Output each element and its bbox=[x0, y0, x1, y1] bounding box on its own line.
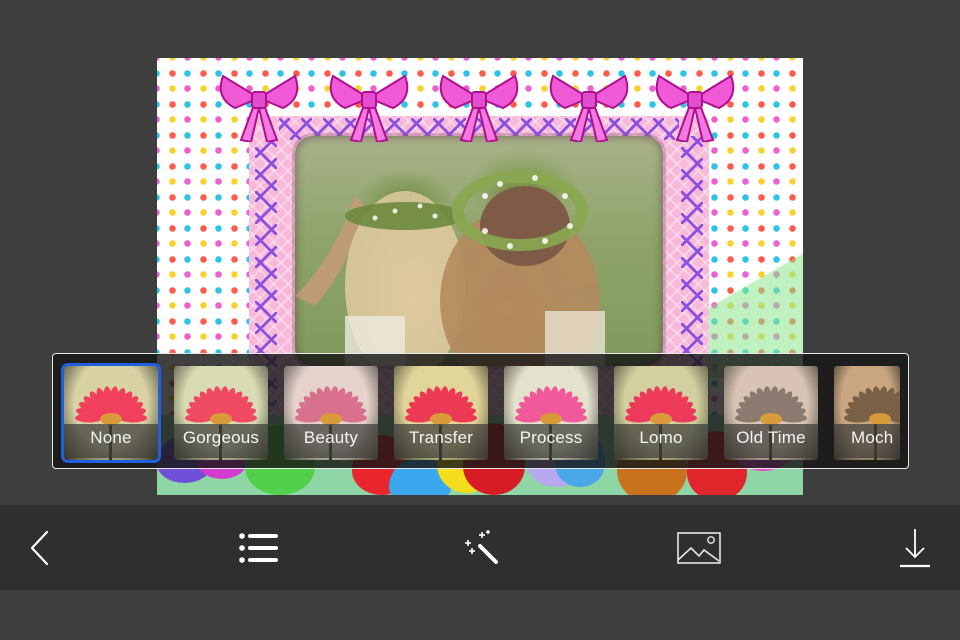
filter-none[interactable]: None bbox=[61, 363, 161, 463]
bottom-safe-area bbox=[0, 590, 960, 640]
flower-petal bbox=[559, 413, 587, 423]
filter-label: Old Time bbox=[736, 428, 806, 447]
frames-list-button[interactable] bbox=[233, 522, 285, 574]
filter-label: Moch bbox=[851, 428, 894, 447]
filter-mocha[interactable]: Moch bbox=[834, 366, 900, 460]
back-button[interactable] bbox=[16, 522, 68, 574]
bottom-toolbar bbox=[0, 505, 960, 590]
list-icon bbox=[239, 533, 278, 563]
filter-strip[interactable]: None Gorgeous Beauty Transfer Process Lo… bbox=[52, 353, 909, 469]
filter-label: Process bbox=[519, 428, 583, 447]
filter-transfer[interactable]: Transfer bbox=[394, 366, 488, 460]
user-photo[interactable] bbox=[295, 136, 663, 366]
image-icon bbox=[677, 532, 721, 564]
save-button[interactable] bbox=[889, 522, 941, 574]
download-icon bbox=[900, 529, 930, 568]
flower-petal bbox=[669, 413, 697, 423]
filter-label: Lomo bbox=[639, 428, 683, 447]
background-image-button[interactable] bbox=[673, 522, 725, 574]
filter-label: Beauty bbox=[303, 428, 359, 447]
flower-petal bbox=[119, 413, 147, 423]
filter-beauty[interactable]: Beauty bbox=[284, 366, 378, 460]
chevron-left-icon bbox=[30, 530, 49, 566]
magic-wand-icon bbox=[465, 530, 498, 564]
flower-petal bbox=[339, 413, 367, 423]
filter-label: Gorgeous bbox=[182, 428, 260, 447]
filter-gorgeous[interactable]: Gorgeous bbox=[174, 366, 268, 460]
filter-old-time[interactable]: Old Time bbox=[724, 366, 818, 460]
bow-decoration bbox=[329, 74, 409, 142]
flower-petal bbox=[779, 413, 807, 423]
filter-process[interactable]: Process bbox=[504, 366, 598, 460]
filter-lomo[interactable]: Lomo bbox=[614, 366, 708, 460]
effects-button[interactable] bbox=[454, 522, 506, 574]
flower-petal bbox=[229, 413, 257, 423]
bow-decoration bbox=[219, 74, 299, 142]
photo-illustration bbox=[295, 171, 605, 366]
bow-decoration bbox=[549, 74, 629, 142]
filter-label: Transfer bbox=[408, 428, 474, 447]
bow-decoration bbox=[655, 74, 735, 142]
filter-label: None bbox=[90, 428, 132, 447]
flower-petal bbox=[449, 413, 477, 423]
bow-decoration bbox=[439, 74, 519, 142]
